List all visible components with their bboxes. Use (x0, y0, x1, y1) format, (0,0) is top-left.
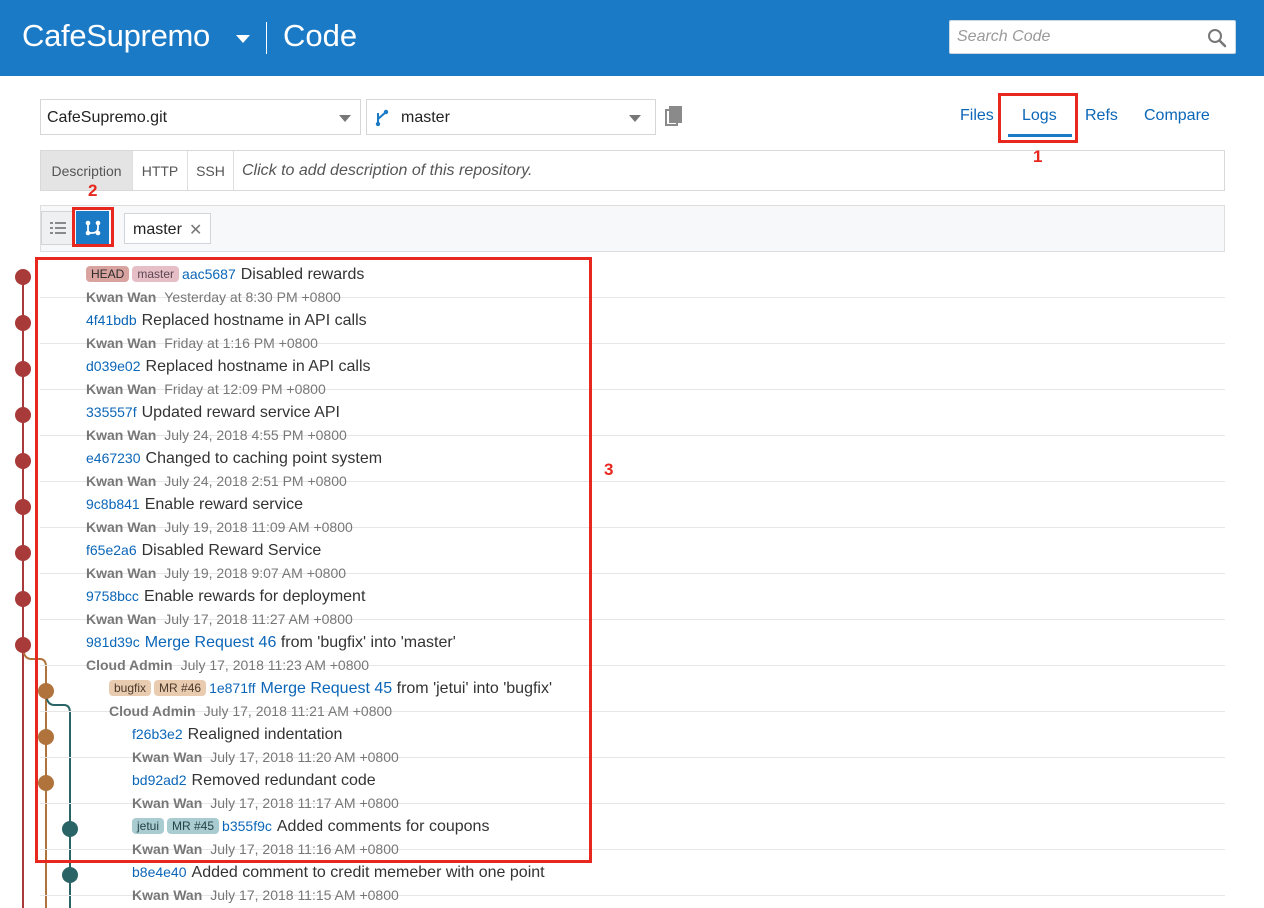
annotation-number: 2 (88, 181, 98, 200)
tab-compare[interactable]: Compare (1144, 107, 1210, 125)
tab-http[interactable]: HTTP (133, 151, 188, 190)
commit-title: b8e4e40 Added comment to credit memeber w… (132, 864, 545, 882)
description-bar: Description HTTP SSH Click to add descri… (40, 150, 1225, 191)
tab-files[interactable]: Files (960, 107, 994, 125)
commit-node[interactable] (15, 315, 31, 331)
search-box (949, 20, 1236, 54)
commit-date: July 17, 2018 11:15 AM +0800 (210, 887, 399, 903)
repository-select[interactable]: CafeSupremo.git (40, 99, 361, 135)
project-dropdown-icon[interactable] (236, 35, 250, 43)
branch-filter-chip: master ✕ (124, 213, 211, 244)
annotation-box-graph-view (72, 207, 114, 247)
list-view-button[interactable] (41, 211, 74, 245)
annotation-box-logs (998, 93, 1078, 143)
branch-icon (375, 109, 389, 127)
commit-meta: Kwan Wan July 17, 2018 11:15 AM +0800 (132, 887, 399, 903)
commit-node[interactable] (15, 453, 31, 469)
annotation-number: 3 (604, 460, 614, 479)
search-input[interactable] (950, 21, 1200, 53)
branch-select[interactable]: master (366, 99, 656, 135)
annotation-number: 1 (1033, 147, 1043, 166)
chevron-down-icon (339, 115, 351, 122)
commit-node[interactable] (15, 499, 31, 515)
chevron-down-icon (629, 115, 641, 122)
commit-node[interactable] (15, 591, 31, 607)
repository-description[interactable]: Click to add description of this reposit… (242, 162, 533, 180)
commit-node[interactable] (15, 361, 31, 377)
tab-refs[interactable]: Refs (1085, 107, 1118, 125)
search-icon[interactable] (1206, 27, 1228, 49)
branch-select-value: master (401, 109, 450, 126)
title-separator (266, 22, 267, 54)
log-toolbar: master ✕ (40, 205, 1225, 252)
repository-select-value: CafeSupremo.git (47, 109, 168, 126)
top-bar: CafeSupremo Code (0, 0, 1264, 76)
tab-ssh[interactable]: SSH (188, 151, 234, 190)
commit-author: Kwan Wan (132, 887, 203, 903)
commit-hash-link[interactable]: b8e4e40 (132, 864, 187, 880)
commit-node[interactable] (15, 269, 31, 285)
tab-description[interactable]: Description (41, 151, 133, 190)
copy-icon[interactable] (664, 106, 684, 128)
commit-node[interactable] (15, 637, 31, 653)
project-name[interactable]: CafeSupremo (22, 18, 210, 54)
annotation-box-commits (35, 257, 592, 863)
commit-node[interactable] (15, 407, 31, 423)
commit-message: Added comment to credit memeber with one… (191, 864, 545, 881)
section-title: Code (283, 18, 358, 53)
list-icon (50, 222, 66, 234)
commit-node[interactable] (15, 545, 31, 561)
remove-filter-icon[interactable]: ✕ (189, 220, 202, 240)
branch-filter-label: master (133, 221, 182, 238)
